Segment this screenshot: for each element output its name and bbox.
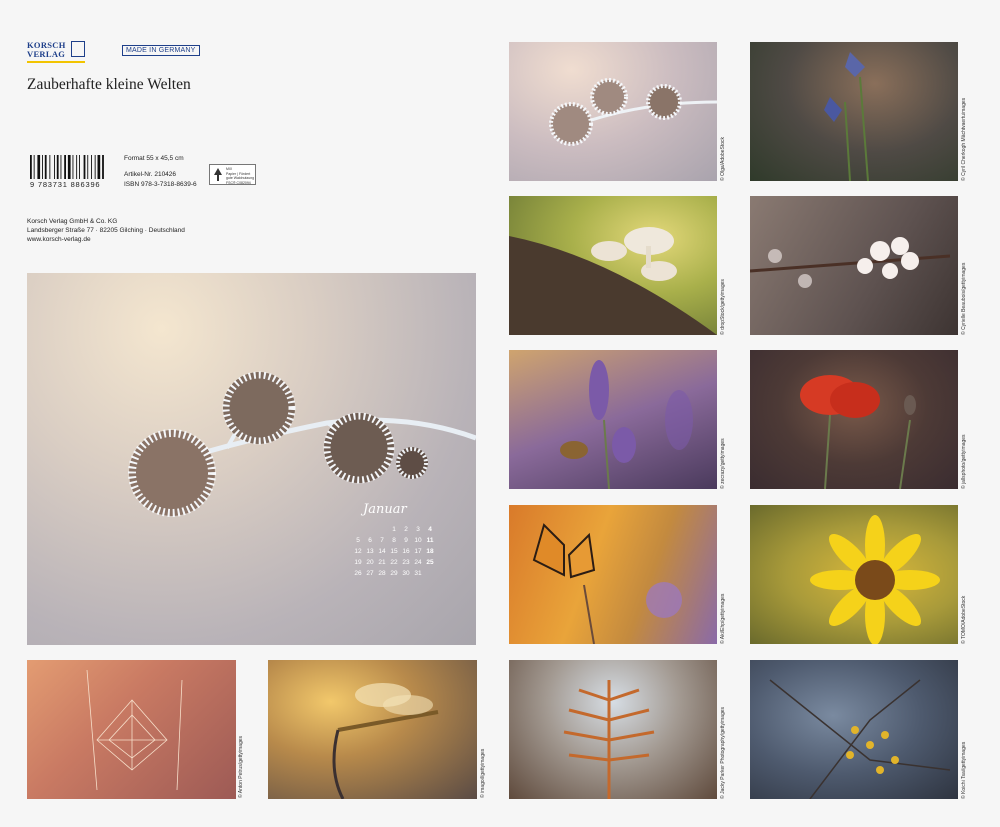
credit-fern: © Jacky Parker Photography/gettyimages bbox=[720, 706, 726, 799]
photo-bluebell bbox=[750, 42, 958, 181]
calendar-day: 9 bbox=[404, 537, 408, 544]
credit-spiderweb: © Anton Petrus/gettyimages bbox=[238, 735, 244, 798]
calendar-day: 7 bbox=[380, 537, 384, 544]
calendar-day: 31 bbox=[414, 570, 422, 577]
calendar-day: 30 bbox=[402, 570, 410, 577]
calendar-day bbox=[352, 526, 364, 533]
format-text: Format 55 x 45,5 cm bbox=[124, 155, 184, 162]
calendar-day: 6 bbox=[368, 537, 372, 544]
calendar-day: 17 bbox=[414, 548, 422, 555]
photo-spiderweb bbox=[27, 660, 236, 799]
calendar-title: Zauberhafte kleine Welten bbox=[27, 76, 191, 93]
frost-small-illustration bbox=[549, 78, 717, 146]
calendar-day bbox=[376, 526, 388, 533]
website: www.korsch-verlag.de bbox=[27, 236, 91, 243]
barcode-number: 9 783731 886396 bbox=[30, 180, 101, 189]
calendar-day: 11 bbox=[426, 537, 434, 544]
made-in-germany-badge: MADE IN GERMANY bbox=[122, 45, 200, 56]
publisher-logo: KORSCH VERLAG bbox=[27, 41, 87, 63]
photo-buds bbox=[750, 660, 958, 799]
blossom-illustration bbox=[750, 237, 951, 288]
mini-calendar: 1 2 3 4 5 6 7 8 9 10 11 12 13 14 15 16 17 18 19 20 21 22 23 24 2… bbox=[352, 526, 436, 577]
calendar-day: 5 bbox=[356, 537, 360, 544]
fern-illustration bbox=[563, 680, 655, 799]
credit-poppy: © jallsphoto/gettyimages bbox=[961, 434, 967, 489]
credit-butterfly: © Aki/Ehp/gettyimages bbox=[720, 593, 726, 644]
publisher-address: Korsch Verlag GmbH & Co. KG Landsberger … bbox=[27, 217, 185, 244]
calendar-day: 14 bbox=[378, 548, 386, 555]
calendar-day: 25 bbox=[426, 559, 434, 566]
article-number: Artikel-Nr. 210426 bbox=[124, 171, 177, 178]
photo-dragonfly bbox=[268, 660, 477, 799]
calendar-day: 18 bbox=[426, 548, 434, 555]
sunflower-illustration bbox=[810, 515, 940, 644]
calendar-day: 29 bbox=[390, 570, 398, 577]
calendar-day: 2 bbox=[404, 526, 408, 533]
credit-blossom: © Cyrielle Beaubois/gettyimages bbox=[961, 262, 967, 335]
bluebell-illustration bbox=[824, 52, 869, 181]
buds-illustration bbox=[769, 679, 951, 799]
calendar-day: 21 bbox=[378, 559, 386, 566]
poppy-illustration bbox=[800, 375, 916, 489]
photo-fern bbox=[509, 660, 717, 799]
calendar-day: 27 bbox=[366, 570, 374, 577]
calendar-day: 13 bbox=[366, 548, 374, 555]
fsc-text: MIX Papier | Fördert gute Waldnutzung FS… bbox=[226, 167, 255, 185]
credit-buds: © Koichi Tsai/gettyimages bbox=[961, 741, 967, 799]
photo-mushroom bbox=[509, 196, 717, 335]
photo-lavender bbox=[509, 350, 717, 489]
calendar-day: 22 bbox=[390, 559, 398, 566]
fsc-badge: MIX Papier | Fördert gute Waldnutzung FS… bbox=[209, 164, 256, 185]
frost-thistle-illustration bbox=[128, 371, 476, 517]
calendar-day: 4 bbox=[428, 526, 432, 533]
isbn-text: ISBN 978-3-7318-8639-6 bbox=[124, 181, 197, 188]
dragonfly-illustration bbox=[332, 683, 439, 799]
calendar-day: 20 bbox=[366, 559, 374, 566]
barcode-icon bbox=[30, 155, 104, 179]
calendar-grid: 1 2 3 4 5 6 7 8 9 10 11 12 13 14 15 16 17 18 19 20 21 22 23 24 2… bbox=[352, 526, 436, 577]
calendar-day: 23 bbox=[402, 559, 410, 566]
calendar-day: 16 bbox=[402, 548, 410, 555]
calendar-day bbox=[424, 570, 436, 577]
photo-frost-small bbox=[509, 42, 717, 181]
mushroom-illustration bbox=[509, 227, 717, 335]
calendar-day: 24 bbox=[414, 559, 422, 566]
credit-sunflower: © TOMO/AdobeStock bbox=[961, 595, 967, 644]
calendar-day: 15 bbox=[390, 548, 398, 555]
calendar-day: 12 bbox=[354, 548, 362, 555]
credit-dragonfly: © imagoil/gettyimages bbox=[480, 748, 486, 798]
credit-frost-small: © Olga/AdobeStock bbox=[720, 137, 726, 181]
photo-butterfly bbox=[509, 505, 717, 644]
calendar-day: 8 bbox=[392, 537, 396, 544]
photo-poppy bbox=[750, 350, 958, 489]
butterfly-illustration bbox=[532, 523, 682, 644]
credit-bluebell: © Cyril Cherkogh Mächtvaertuimages bbox=[961, 97, 967, 181]
address-line-1: Korsch Verlag GmbH & Co. KG bbox=[27, 218, 118, 225]
cover-photo bbox=[27, 273, 476, 645]
logo-mark-icon bbox=[71, 41, 85, 57]
photo-sunflower bbox=[750, 505, 958, 644]
photo-blossom bbox=[750, 196, 958, 335]
calendar-day bbox=[364, 526, 376, 533]
calendar-day: 1 bbox=[392, 526, 396, 533]
calendar-day: 10 bbox=[414, 537, 422, 544]
calendar-day: 28 bbox=[378, 570, 386, 577]
calendar-day: 26 bbox=[354, 570, 362, 577]
logo-underline bbox=[27, 61, 85, 63]
cover-month: Januar bbox=[363, 502, 407, 517]
calendar-day: 19 bbox=[354, 559, 362, 566]
fsc-tree-icon bbox=[214, 168, 222, 181]
calendar-day: 3 bbox=[416, 526, 420, 533]
address-line-2: Landsberger Straße 77 · 82205 Gilching ·… bbox=[27, 227, 185, 234]
lavender-illustration bbox=[560, 360, 693, 489]
spiderweb-illustration bbox=[86, 669, 183, 791]
credit-mushroom: © dropStock/gettyimages bbox=[720, 279, 726, 335]
credit-lavender: © zecrazy/gettyimages bbox=[720, 438, 726, 489]
